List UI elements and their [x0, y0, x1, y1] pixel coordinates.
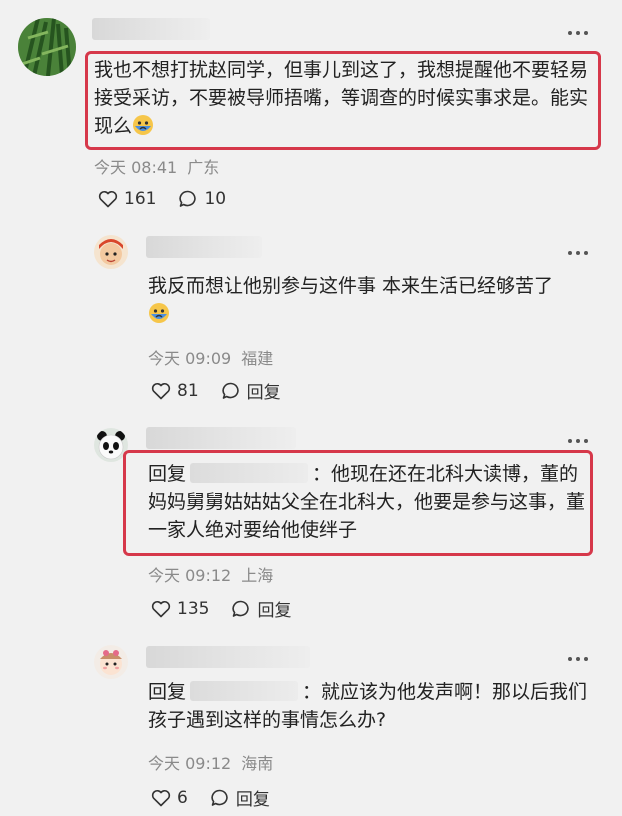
reply-label: 回复 — [246, 383, 281, 403]
reply-label: 回复 — [235, 790, 270, 810]
avatar[interactable] — [94, 645, 128, 679]
crying-emoji-icon — [149, 303, 169, 323]
mention-blurred[interactable] — [190, 463, 309, 483]
more-icon[interactable] — [566, 436, 590, 446]
reply-count-button[interactable]: 10 — [178, 189, 226, 209]
crying-emoji-icon — [133, 115, 154, 135]
reply-count: 10 — [204, 189, 227, 209]
avatar[interactable] — [18, 18, 76, 76]
like-count: 6 — [177, 787, 188, 808]
comment-bubble-icon — [211, 789, 228, 806]
timestamp: 今天 08:41 — [94, 158, 178, 177]
more-icon[interactable] — [566, 28, 590, 38]
like-count: 161 — [124, 189, 157, 209]
reply-button[interactable]: 回复 — [231, 596, 291, 621]
heart-icon — [151, 789, 171, 806]
username-blurred[interactable] — [146, 427, 296, 449]
reply-prefix: 回复 — [148, 681, 187, 703]
comment-meta: 今天 08:41 广东 — [94, 154, 219, 178]
comment-actions: 135 回复 — [151, 596, 291, 621]
location: 广东 — [187, 158, 220, 177]
location: 上海 — [241, 566, 274, 585]
comment-meta: 今天 09:12 上海 — [148, 562, 273, 586]
timestamp: 今天 09:09 — [148, 349, 232, 368]
comment-actions: 6 回复 — [151, 785, 270, 810]
comment-bubble-icon — [179, 190, 197, 207]
heart-icon — [151, 382, 171, 399]
reply-button[interactable]: 回复 — [210, 785, 270, 810]
reply-text: 回复 ：就应该为他发声啊！那以后我们孩子遇到这样的事情怎么办? — [148, 681, 588, 731]
comment-actions: 81 回复 — [151, 378, 281, 403]
username-blurred[interactable] — [92, 18, 210, 40]
heart-icon — [151, 600, 171, 617]
timestamp: 今天 09:12 — [148, 566, 232, 585]
reply-button[interactable]: 回复 — [221, 378, 281, 403]
heart-icon — [98, 190, 118, 208]
reply-label: 回复 — [257, 601, 292, 621]
username-blurred[interactable] — [146, 236, 262, 258]
comment-bubble-icon — [222, 382, 239, 399]
timestamp: 今天 09:12 — [148, 754, 232, 773]
like-button[interactable]: 135 — [151, 599, 209, 619]
username-blurred[interactable] — [146, 646, 310, 668]
like-count: 81 — [177, 380, 199, 401]
location: 福建 — [241, 349, 274, 368]
comment-bubble-icon — [232, 600, 250, 617]
reply-text: 回复 ：他现在还在北科大读博，董的妈妈舅舅姑姑姑父全在北科大，他要是参与这事，董一… — [148, 463, 586, 541]
location: 海南 — [241, 754, 274, 773]
reply-prefix: 回复 — [148, 463, 187, 485]
comment-text: 我也不想打扰赵同学，但事儿到这了，我想提醒他不要轻易接受采访，不要被导师捂嘴，等… — [94, 59, 589, 137]
comment-meta: 今天 09:09 福建 — [148, 345, 273, 369]
more-icon[interactable] — [566, 248, 590, 258]
comment-actions: 161 10 — [98, 189, 226, 209]
like-button[interactable]: 161 — [98, 189, 156, 209]
avatar[interactable] — [94, 235, 128, 269]
mention-blurred[interactable] — [190, 681, 299, 701]
comment-meta: 今天 09:12 海南 — [148, 750, 273, 774]
like-button[interactable]: 6 — [151, 788, 188, 808]
like-button[interactable]: 81 — [151, 381, 199, 401]
reply-text: 我反而想让他别参与这件事 本来生活已经够苦了 — [148, 272, 598, 328]
more-icon[interactable] — [566, 654, 590, 664]
like-count: 135 — [177, 598, 210, 619]
